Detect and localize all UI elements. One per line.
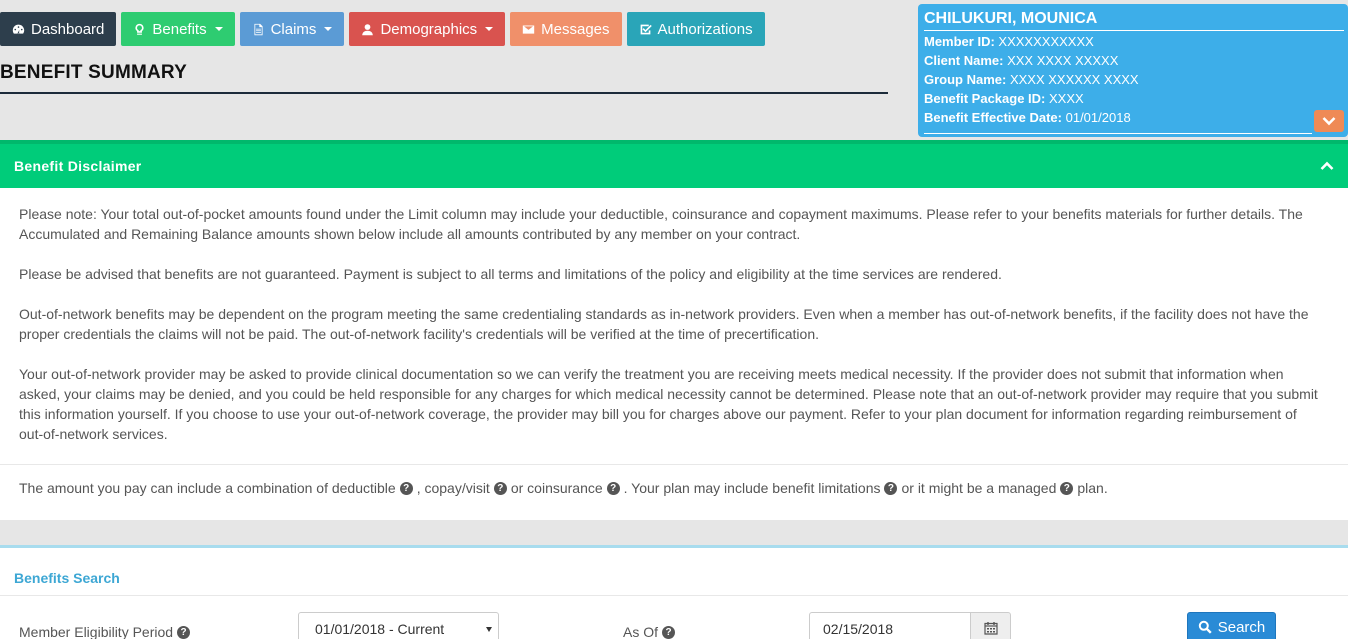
member-card-divider [924, 133, 1312, 134]
search-button[interactable]: Search [1187, 612, 1276, 639]
nav-dashboard-button[interactable]: Dashboard [0, 12, 117, 46]
managed-plan-help-icon[interactable]: ? [1060, 481, 1074, 495]
calendar-button[interactable] [970, 612, 1011, 639]
lightbulb-icon [135, 23, 144, 35]
as-of-help-icon[interactable]: ? [662, 625, 676, 639]
coinsurance-help-icon[interactable]: ? [606, 481, 620, 495]
chevron-down-icon [485, 27, 494, 31]
nav-claims-label: Claims [270, 20, 317, 38]
effective-date-label: Benefit Effective Date: [924, 110, 1062, 125]
envelope-icon [522, 24, 535, 34]
group-name-row: Group Name: XXXX XXXXXX XXXX [924, 72, 1348, 88]
document-icon [254, 23, 263, 35]
deductible-help-icon[interactable]: ? [399, 481, 413, 495]
title-divider [0, 92, 888, 94]
member-id-label: Member ID: [924, 34, 995, 49]
client-name-value: XXX XXXX XXXXX [1007, 53, 1119, 68]
amount-text: The amount you pay can include a combina… [19, 480, 396, 496]
disclaimer-text: Please note: Your total out-of-pocket am… [0, 188, 1348, 444]
client-name-row: Client Name: XXX XXXX XXXXX [924, 53, 1348, 69]
effective-date-value: 01/01/2018 [1065, 110, 1131, 125]
amount-text: or it might be a managed [901, 480, 1057, 496]
effective-date-row: Benefit Effective Date: 01/01/2018 [924, 110, 1348, 126]
page-title: BENEFIT SUMMARY [0, 62, 188, 83]
chevron-up-icon[interactable] [1320, 161, 1334, 171]
chevron-down-icon [486, 627, 492, 632]
copay-help-icon[interactable]: ? [493, 481, 507, 495]
benefits-search-panel: Benefits Search Member Eligibility Perio… [0, 545, 1348, 639]
top-nav: Dashboard Benefits Claims Demographics M… [0, 12, 765, 46]
amount-info-line: The amount you pay can include a combina… [19, 480, 1108, 496]
chevron-down-icon [324, 27, 333, 31]
as-of-date-value: 02/15/2018 [823, 621, 894, 637]
nav-dashboard-label: Dashboard [31, 20, 105, 38]
user-icon [362, 23, 374, 35]
nav-claims-button[interactable]: Claims [239, 12, 345, 46]
member-id-row: Member ID: XXXXXXXXXXX [924, 34, 1348, 50]
member-info-card: CHILUKURI, MOUNICA Member ID: XXXXXXXXXX… [918, 4, 1348, 137]
nav-authorizations-button[interactable]: Authorizations [626, 12, 765, 46]
disclaimer-paragraph: Your out-of-network provider may be aske… [19, 366, 1318, 442]
member-id-value: XXXXXXXXXXX [998, 34, 1094, 49]
member-name: CHILUKURI, MOUNICA [924, 10, 1344, 31]
search-divider [0, 595, 1348, 596]
search-button-label: Search [1217, 618, 1266, 636]
nav-authorizations-label: Authorizations [657, 20, 753, 38]
disclaimer-paragraph: Please note: Your total out-of-pocket am… [19, 206, 1303, 242]
disclaimer-paragraph: Please be advised that benefits are not … [19, 266, 1002, 282]
disclaimer-title: Benefit Disclaimer [14, 158, 142, 174]
eligibility-period-select[interactable]: 01/01/2018 - Current [298, 612, 499, 639]
chevron-down-icon [1322, 117, 1336, 126]
disclaimer-body: Please note: Your total out-of-pocket am… [0, 188, 1348, 520]
client-name-label: Client Name: [924, 53, 1004, 68]
chevron-down-icon [214, 27, 223, 31]
disclaimer-paragraph: Out-of-network benefits may be dependent… [19, 306, 1309, 342]
benefit-package-value: XXXX [1049, 91, 1084, 106]
amount-text: plan. [1077, 480, 1108, 496]
calendar-icon [983, 622, 998, 635]
benefits-search-title: Benefits Search [14, 570, 120, 586]
nav-benefits-button[interactable]: Benefits [121, 12, 235, 46]
as-of-date-input[interactable]: 02/15/2018 [809, 612, 971, 639]
eligibility-help-icon[interactable]: ? [177, 625, 191, 639]
search-icon [1198, 620, 1212, 634]
checkbox-icon [640, 24, 652, 34]
eligibility-period-value: 01/01/2018 - Current [315, 621, 445, 637]
eligibility-period-text: Member Eligibility Period [19, 624, 174, 639]
as-of-label: As Of ? [623, 624, 679, 639]
benefit-package-label: Benefit Package ID: [924, 91, 1046, 106]
disclaimer-header[interactable]: Benefit Disclaimer [0, 140, 1348, 188]
nav-demographics-button[interactable]: Demographics [349, 12, 506, 46]
dashboard-icon [12, 24, 25, 34]
amount-text: , copay/visit [416, 480, 490, 496]
group-name-label: Group Name: [924, 72, 1007, 87]
amount-text: . Your plan may include benefit limitati… [623, 480, 881, 496]
disclaimer-divider [0, 464, 1348, 465]
limitations-help-icon[interactable]: ? [884, 481, 898, 495]
as-of-text: As Of [623, 624, 659, 639]
nav-benefits-label: Benefits [152, 20, 207, 38]
nav-demographics-label: Demographics [380, 20, 478, 38]
group-name-value: XXXX XXXXXX XXXX [1009, 72, 1139, 87]
amount-text: or coinsurance [510, 480, 603, 496]
member-card-expand-button[interactable] [1314, 110, 1344, 132]
nav-messages-button[interactable]: Messages [510, 12, 622, 46]
nav-messages-label: Messages [541, 20, 610, 38]
benefit-package-row: Benefit Package ID: XXXX [924, 91, 1348, 107]
eligibility-period-label: Member Eligibility Period ? [19, 624, 194, 639]
